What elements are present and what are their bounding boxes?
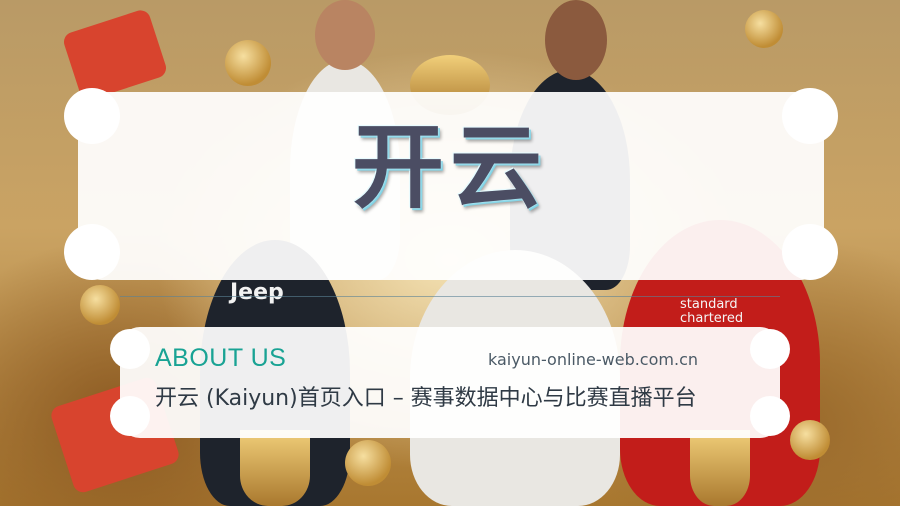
jersey-sponsor-jeep: Jeep <box>230 280 284 305</box>
about-us-heading: ABOUT US <box>155 344 287 372</box>
gold-coin-icon <box>745 10 783 48</box>
divider-line <box>120 296 780 297</box>
about-description: 开云 (Kaiyun)首页入口 – 赛事数据中心与比赛直播平台 <box>155 386 697 411</box>
gold-coin-icon <box>225 40 271 86</box>
red-envelope-icon <box>61 7 169 103</box>
jersey-sponsor-standard-chartered: standard chartered <box>680 297 744 326</box>
trophy-icon <box>690 430 750 506</box>
card-corner-notch <box>110 329 150 369</box>
card-corner-notch <box>64 224 120 280</box>
card-corner-notch <box>750 329 790 369</box>
card-corner-notch <box>782 224 838 280</box>
card-corner-notch <box>110 396 150 436</box>
gold-coin-icon <box>790 420 830 460</box>
brand-title: 开云 <box>351 114 548 221</box>
gold-coin-icon <box>80 285 120 325</box>
player-left-head <box>315 0 375 70</box>
card-corner-notch <box>750 396 790 436</box>
gold-coin-icon <box>345 440 391 486</box>
player-center-head <box>545 0 607 80</box>
site-url-link[interactable]: kaiyun-online-web.com.cn <box>488 350 698 369</box>
trophy-icon <box>240 430 310 506</box>
